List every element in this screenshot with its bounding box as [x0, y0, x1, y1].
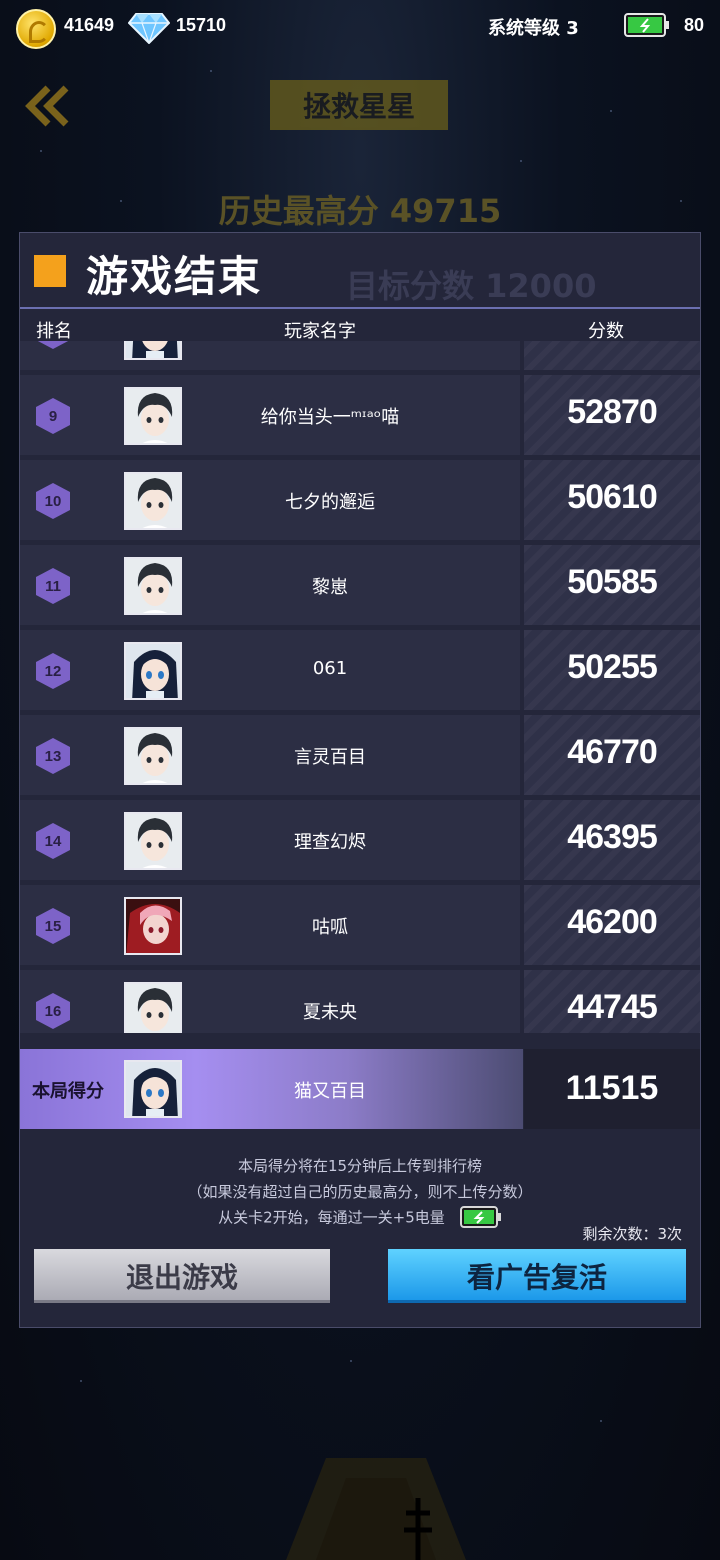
upload-condition-notice: （如果没有超过自己的历史最高分，则不上传分数）	[187, 1183, 533, 1201]
title-marker	[34, 255, 66, 287]
current-score-label: 本局得分	[32, 1081, 104, 1102]
player-name: 夏未央	[303, 1002, 357, 1023]
column-header-rank: 排名	[36, 321, 72, 342]
remaining-attempts: 剩余次数：3次	[582, 1225, 682, 1243]
column-header-score: 分数	[588, 321, 624, 342]
game-title: 拯救星星	[270, 80, 448, 130]
current-score-row: 本局得分 猫又百目 11515	[20, 1049, 700, 1129]
diamond-icon	[128, 13, 170, 44]
player-name: 黎崽	[312, 577, 348, 598]
player-name: 理查幻烬	[294, 832, 366, 853]
gem-count: 15710	[176, 15, 227, 35]
system-level: 系统等级 3	[488, 18, 579, 39]
building-silhouette	[286, 1458, 466, 1560]
player-score: 50610	[567, 478, 658, 516]
leaderboard-list[interactable]: 8伊藤娜娜532259给你当头一ᵐᶦᵃᵒ喵5287010七夕的邂逅5061011…	[20, 341, 700, 1033]
avatar	[124, 897, 182, 955]
avatar	[124, 727, 182, 785]
avatar	[124, 341, 182, 360]
coin-icon	[16, 9, 56, 49]
dialog-title: 游戏结束	[86, 252, 263, 301]
dialog-header: 游戏结束 目标分数 12000	[20, 233, 700, 309]
player-name: 言灵百目	[294, 747, 366, 768]
player-name: 给你当头一ᵐᶦᵃᵒ喵	[260, 407, 400, 428]
player-score: 46200	[567, 903, 658, 941]
exit-game-button[interactable]: 退出游戏	[34, 1249, 330, 1303]
leaderboard-row: 12 061 50255	[20, 630, 700, 715]
target-score: 目标分数 12000	[346, 267, 597, 305]
current-score-value: 11515	[565, 1069, 659, 1107]
current-player-name: 猫又百目	[294, 1081, 366, 1102]
player-score: 50585	[567, 563, 658, 601]
energy-notice: 从关卡2开始，每通过一关+5电量	[218, 1208, 445, 1227]
player-name: 伊藤娜娜	[200, 341, 460, 344]
leaderboard-row: 8伊藤娜娜53225	[20, 341, 700, 375]
player-score: 50255	[567, 648, 658, 686]
leaderboard-row: 14 理查幻烬 46395	[20, 800, 700, 885]
leaderboard-row: 16 夏未央 44745	[20, 970, 700, 1033]
leaderboard-row: 11 黎崽 50585	[20, 545, 700, 630]
avatar	[124, 982, 182, 1033]
coin-count: 41649	[64, 15, 115, 35]
player-score: 46395	[567, 818, 658, 856]
battery-icon	[624, 13, 669, 37]
back-chevron-icon[interactable]	[24, 84, 76, 128]
avatar	[124, 812, 182, 870]
avatar	[124, 472, 182, 530]
player-score: 52870	[567, 393, 658, 431]
leaderboard-row: 15 咕呱 46200	[20, 885, 700, 970]
battery-icon	[459, 1206, 501, 1228]
player-name: 061	[312, 658, 348, 679]
battery-count: 80	[684, 15, 705, 35]
avatar	[124, 642, 182, 700]
avatar	[124, 1060, 182, 1118]
avatar	[124, 387, 182, 445]
resource-bar: 41649 15710 系统等级 3 80	[0, 0, 720, 54]
leaderboard-row: 9 给你当头一ᵐᶦᵃᵒ喵 52870	[20, 375, 700, 460]
leaderboard-row: 13 言灵百目 46770	[20, 715, 700, 800]
game-over-dialog: 游戏结束 目标分数 12000 排名 玩家名字 分数 8伊藤娜娜532259给你…	[19, 232, 701, 1328]
player-score: 44745	[567, 988, 658, 1026]
watch-ad-revive-button[interactable]: 看广告复活	[388, 1249, 686, 1303]
player-name: 七夕的邂逅	[285, 492, 375, 513]
best-score: 历史最高分 49715	[218, 192, 502, 230]
avatar	[124, 557, 182, 615]
upload-notice: 本局得分将在15分钟后上传到排行榜	[237, 1157, 483, 1175]
player-score: 46770	[567, 733, 658, 771]
leaderboard-row: 10 七夕的邂逅 50610	[20, 460, 700, 545]
column-header-name: 玩家名字	[284, 321, 356, 342]
player-name: 咕呱	[312, 917, 348, 938]
player-score: 53225	[524, 341, 700, 347]
